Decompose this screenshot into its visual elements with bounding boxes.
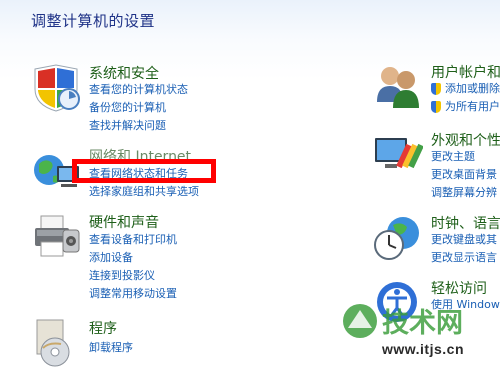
category-title[interactable]: 硬件和声音	[89, 212, 159, 232]
users-icon[interactable]	[373, 62, 423, 112]
link-uninstall-program[interactable]: 卸载程序	[89, 339, 133, 357]
link-display-language[interactable]: 更改显示语言	[431, 249, 497, 267]
page-title: 调整计算机的设置	[31, 12, 156, 30]
category-title[interactable]: 用户帐户和	[431, 62, 500, 82]
category-title[interactable]: 时钟、语言	[431, 213, 500, 233]
red-highlight-box	[72, 159, 216, 183]
link-view-computer-status[interactable]: 查看您的计算机状态	[89, 81, 188, 99]
link-mobility-settings[interactable]: 调整常用移动设置	[89, 285, 177, 303]
shield-icon[interactable]	[31, 63, 81, 113]
clock-globe-icon[interactable]	[373, 213, 423, 263]
link-add-remove-accounts[interactable]: 添加或删除	[431, 80, 500, 98]
appearance-monitor-icon[interactable]	[373, 130, 423, 180]
link-backup-computer[interactable]: 备份您的计算机	[89, 99, 188, 117]
link-screen-resolution[interactable]: 调整屏幕分辨	[431, 184, 497, 202]
watermark-logo-text: 技术网	[382, 308, 463, 339]
link-devices-printers[interactable]: 查看设备和打印机	[89, 231, 177, 249]
link-homegroup-sharing[interactable]: 选择家庭组和共享选项	[89, 183, 199, 201]
link-troubleshoot[interactable]: 查找并解决问题	[89, 117, 188, 135]
printer-icon[interactable]	[31, 212, 81, 262]
category-title[interactable]: 程序	[89, 318, 117, 338]
category-title[interactable]: 轻松访问	[431, 278, 487, 298]
watermark-url: www.itjs.cn	[382, 341, 464, 357]
link-change-keyboard[interactable]: 更改键盘或其	[431, 231, 497, 249]
link-change-background[interactable]: 更改桌面背景	[431, 166, 497, 184]
link-change-theme[interactable]: 更改主题	[431, 148, 497, 166]
programs-disc-icon[interactable]	[31, 318, 81, 368]
category-title[interactable]: 外观和个性	[431, 130, 500, 150]
link-connect-projector[interactable]: 连接到投影仪	[89, 267, 177, 285]
category-title[interactable]: 系统和安全	[89, 63, 159, 83]
link-all-users[interactable]: 为所有用户	[431, 98, 500, 116]
watermark-logo-icon: 技术网	[343, 304, 463, 339]
link-add-device[interactable]: 添加设备	[89, 249, 177, 267]
